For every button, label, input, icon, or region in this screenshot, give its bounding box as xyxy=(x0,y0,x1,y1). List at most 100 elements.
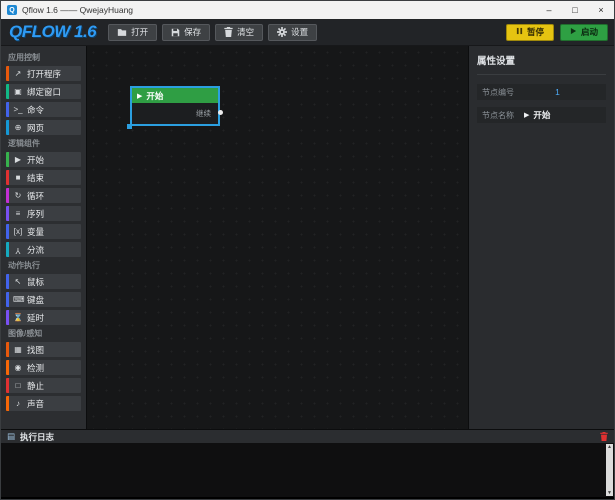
delay-icon: ⌛ xyxy=(13,314,23,322)
sidebar-item-label: 序列 xyxy=(27,208,44,220)
app-brand-logo: QFLOW 1.6 xyxy=(9,22,96,42)
properties-title: 属性设置 xyxy=(477,53,606,75)
clear-button-label: 清空 xyxy=(237,26,254,38)
scroll-down-icon[interactable]: ▼ xyxy=(607,490,612,496)
app-window: Q Qflow 1.6 —— QwejayHuang – □ × QFLOW 1… xyxy=(0,0,615,500)
sound-icon: ♪ xyxy=(13,400,23,408)
node-header[interactable]: ▶ 开始 xyxy=(132,88,218,103)
sidebar-item-keyboard[interactable]: ⌨ 键盘 xyxy=(6,292,81,307)
node-id-value[interactable]: 1 xyxy=(514,87,601,97)
group-title-actions: 动作执行 xyxy=(8,261,81,271)
node-name-label: 节点名称 xyxy=(482,110,514,121)
minimize-button[interactable]: – xyxy=(536,1,562,19)
sidebar-item-label: 打开程序 xyxy=(27,68,61,80)
pause-button-label: 暂停 xyxy=(527,26,544,38)
sidebar-item-delay[interactable]: ⌛ 延时 xyxy=(6,310,81,325)
node-name-text: 开始 xyxy=(533,109,550,121)
sidebar-item-start[interactable]: ▶ 开始 xyxy=(6,152,81,167)
save-icon xyxy=(171,28,180,37)
sidebar-item-loop[interactable]: ↻ 循环 xyxy=(6,188,81,203)
open-button[interactable]: 打开 xyxy=(108,24,157,41)
sidebar-item-label: 延时 xyxy=(27,312,44,324)
toolbar: QFLOW 1.6 打开 保存 清空 设置 xyxy=(1,19,614,46)
titlebar: Q Qflow 1.6 —— QwejayHuang – □ × xyxy=(1,1,614,19)
window-bind-icon: ▣ xyxy=(13,88,23,96)
node-name-value[interactable]: ▶ 开始 xyxy=(524,109,550,121)
flow-node-start[interactable]: ▶ 开始 继续 xyxy=(130,86,220,126)
sidebar-item-find-image[interactable]: ▦ 找图 xyxy=(6,342,81,357)
sidebar-item-label: 声音 xyxy=(27,398,44,410)
log-output-area[interactable]: ▲ ▼ xyxy=(1,443,614,497)
still-icon: □ xyxy=(13,382,23,390)
properties-panel: 属性设置 节点编号 1 节点名称 ▶ 开始 xyxy=(468,46,614,429)
find-image-icon: ▦ xyxy=(13,346,23,354)
log-title: 执行日志 xyxy=(20,431,595,443)
node-title: 开始 xyxy=(146,90,163,102)
sidebar-item-mouse[interactable]: ↖ 鼠标 xyxy=(6,274,81,289)
sidebar-item-branch[interactable]: Y 分流 xyxy=(6,242,81,257)
terminal-icon: >_ xyxy=(13,106,23,114)
mouse-icon: ↖ xyxy=(13,278,23,286)
sidebar-item-open-program[interactable]: ↗ 打开程序 xyxy=(6,66,81,81)
log-scrollbar[interactable]: ▲ ▼ xyxy=(606,444,613,496)
flow-canvas[interactable]: ▶ 开始 继续 xyxy=(86,46,468,429)
sidebar-item-end[interactable]: ■ 结束 xyxy=(6,170,81,185)
end-icon: ■ xyxy=(13,174,23,182)
sidebar-item-label: 鼠标 xyxy=(27,276,44,288)
node-id-label: 节点编号 xyxy=(482,87,514,98)
group-title-app-control: 应用控制 xyxy=(8,53,81,63)
sidebar-item-variable[interactable]: [x] 变量 xyxy=(6,224,81,239)
sidebar-item-bind-window[interactable]: ▣ 绑定窗口 xyxy=(6,84,81,99)
sidebar-item-webpage[interactable]: ⊕ 网页 xyxy=(6,120,81,135)
sidebar-item-still[interactable]: □ 静止 xyxy=(6,378,81,393)
window-title: Qflow 1.6 —— QwejayHuang xyxy=(22,5,536,15)
save-button-label: 保存 xyxy=(184,26,201,38)
output-port-dot[interactable] xyxy=(218,110,223,115)
node-name-row: 节点名称 ▶ 开始 xyxy=(477,107,606,123)
save-button[interactable]: 保存 xyxy=(162,24,210,41)
sidebar-item-command[interactable]: >_ 命令 xyxy=(6,102,81,117)
main-area: 应用控制 ↗ 打开程序 ▣ 绑定窗口 >_ 命令 ⊕ 网页 逻辑组件 ▶ 开始 xyxy=(1,46,614,429)
close-button[interactable]: × xyxy=(588,1,614,19)
app-logo-icon: Q xyxy=(7,5,17,15)
sidebar-item-label: 分流 xyxy=(27,244,44,256)
launch-icon: ↗ xyxy=(13,70,23,78)
start-button[interactable]: 启动 xyxy=(560,24,608,41)
pause-button[interactable]: 暂停 xyxy=(506,24,554,41)
play-icon xyxy=(570,27,577,37)
sidebar-item-label: 找图 xyxy=(27,344,44,356)
clear-button[interactable]: 清空 xyxy=(215,24,263,41)
sidebar-item-label: 开始 xyxy=(27,154,44,166)
settings-button[interactable]: 设置 xyxy=(268,24,317,41)
sidebar-item-label: 网页 xyxy=(27,122,44,134)
sidebar-item-label: 循环 xyxy=(27,190,44,202)
open-button-label: 打开 xyxy=(131,26,148,38)
sidebar-item-sound[interactable]: ♪ 声音 xyxy=(6,396,81,411)
start-icon: ▶ xyxy=(13,156,23,164)
sidebar-item-detect[interactable]: ◉ 检测 xyxy=(6,360,81,375)
sidebar-item-label: 命令 xyxy=(27,104,44,116)
sidebar-item-label: 绑定窗口 xyxy=(27,86,61,98)
selection-handle[interactable] xyxy=(127,124,132,129)
settings-button-label: 设置 xyxy=(291,26,308,38)
output-port-label: 继续 xyxy=(196,108,211,119)
keyboard-icon: ⌨ xyxy=(13,296,23,304)
maximize-button[interactable]: □ xyxy=(562,1,588,19)
scroll-up-icon[interactable]: ▲ xyxy=(607,444,612,450)
group-title-perception: 图像/感知 xyxy=(8,329,81,339)
sidebar-item-label: 结束 xyxy=(27,172,44,184)
sidebar-item-sequence[interactable]: ≡ 序列 xyxy=(6,206,81,221)
play-icon: ▶ xyxy=(137,92,142,100)
log-document-icon: ▤ xyxy=(7,432,15,441)
sidebar-item-label: 检测 xyxy=(27,362,44,374)
group-title-logic: 逻辑组件 xyxy=(8,139,81,149)
branch-icon: Y xyxy=(13,246,23,254)
sidebar-item-label: 变量 xyxy=(27,226,44,238)
sequence-icon: ≡ xyxy=(13,210,23,218)
detect-icon: ◉ xyxy=(13,364,23,372)
loop-icon: ↻ xyxy=(13,192,23,200)
start-button-label: 启动 xyxy=(581,26,598,38)
gear-icon xyxy=(277,27,287,37)
node-body: 继续 xyxy=(132,103,218,124)
node-id-row: 节点编号 1 xyxy=(477,84,606,100)
